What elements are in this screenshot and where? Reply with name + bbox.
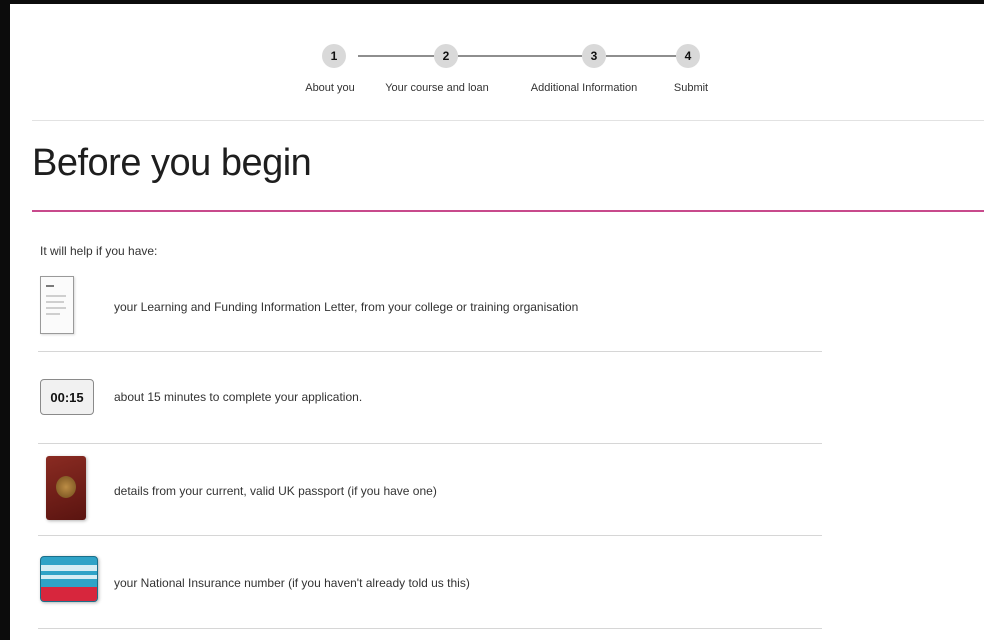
header-divider [32, 120, 984, 121]
intro-text: It will help if you have: [40, 244, 158, 258]
list-item-text: details from your current, valid UK pass… [114, 484, 437, 498]
step-2-label: Your course and loan [385, 82, 489, 94]
step-connector [606, 55, 676, 57]
step-2-circle: 2 [434, 44, 458, 68]
list-item-letter: your Learning and Funding Information Le… [38, 274, 822, 350]
item-divider [38, 443, 822, 444]
national-insurance-card-icon [40, 556, 98, 602]
list-item-text: your Learning and Funding Information Le… [114, 300, 579, 314]
item-divider [38, 628, 822, 629]
list-item-national-insurance: your National Insurance number (if you h… [38, 552, 822, 616]
list-item-text: about 15 minutes to complete your applic… [114, 390, 363, 404]
step-1-circle: 1 [322, 44, 346, 68]
passport-icon [46, 456, 86, 520]
title-underline [32, 210, 984, 212]
list-item-passport: details from your current, valid UK pass… [38, 452, 822, 532]
step-4-label: Submit [673, 82, 709, 94]
page-frame: 1 2 3 4 About you Your course and loan A… [10, 4, 984, 640]
step-connector [458, 55, 582, 57]
step-connector [358, 55, 434, 57]
letter-icon [40, 276, 74, 334]
step-3-circle: 3 [582, 44, 606, 68]
timer-icon: 00:15 [40, 379, 94, 415]
progress-stepper: 1 2 3 4 About you Your course and loan A… [10, 4, 984, 114]
item-divider [38, 535, 822, 536]
step-4-circle: 4 [676, 44, 700, 68]
item-divider [38, 351, 822, 352]
step-1-label: About you [305, 82, 355, 94]
page-title: Before you begin [32, 142, 312, 184]
list-item-text: your National Insurance number (if you h… [114, 576, 470, 590]
step-3-label: Additional Information [530, 82, 638, 94]
list-item-time: 00:15 about 15 minutes to complete your … [38, 370, 822, 430]
